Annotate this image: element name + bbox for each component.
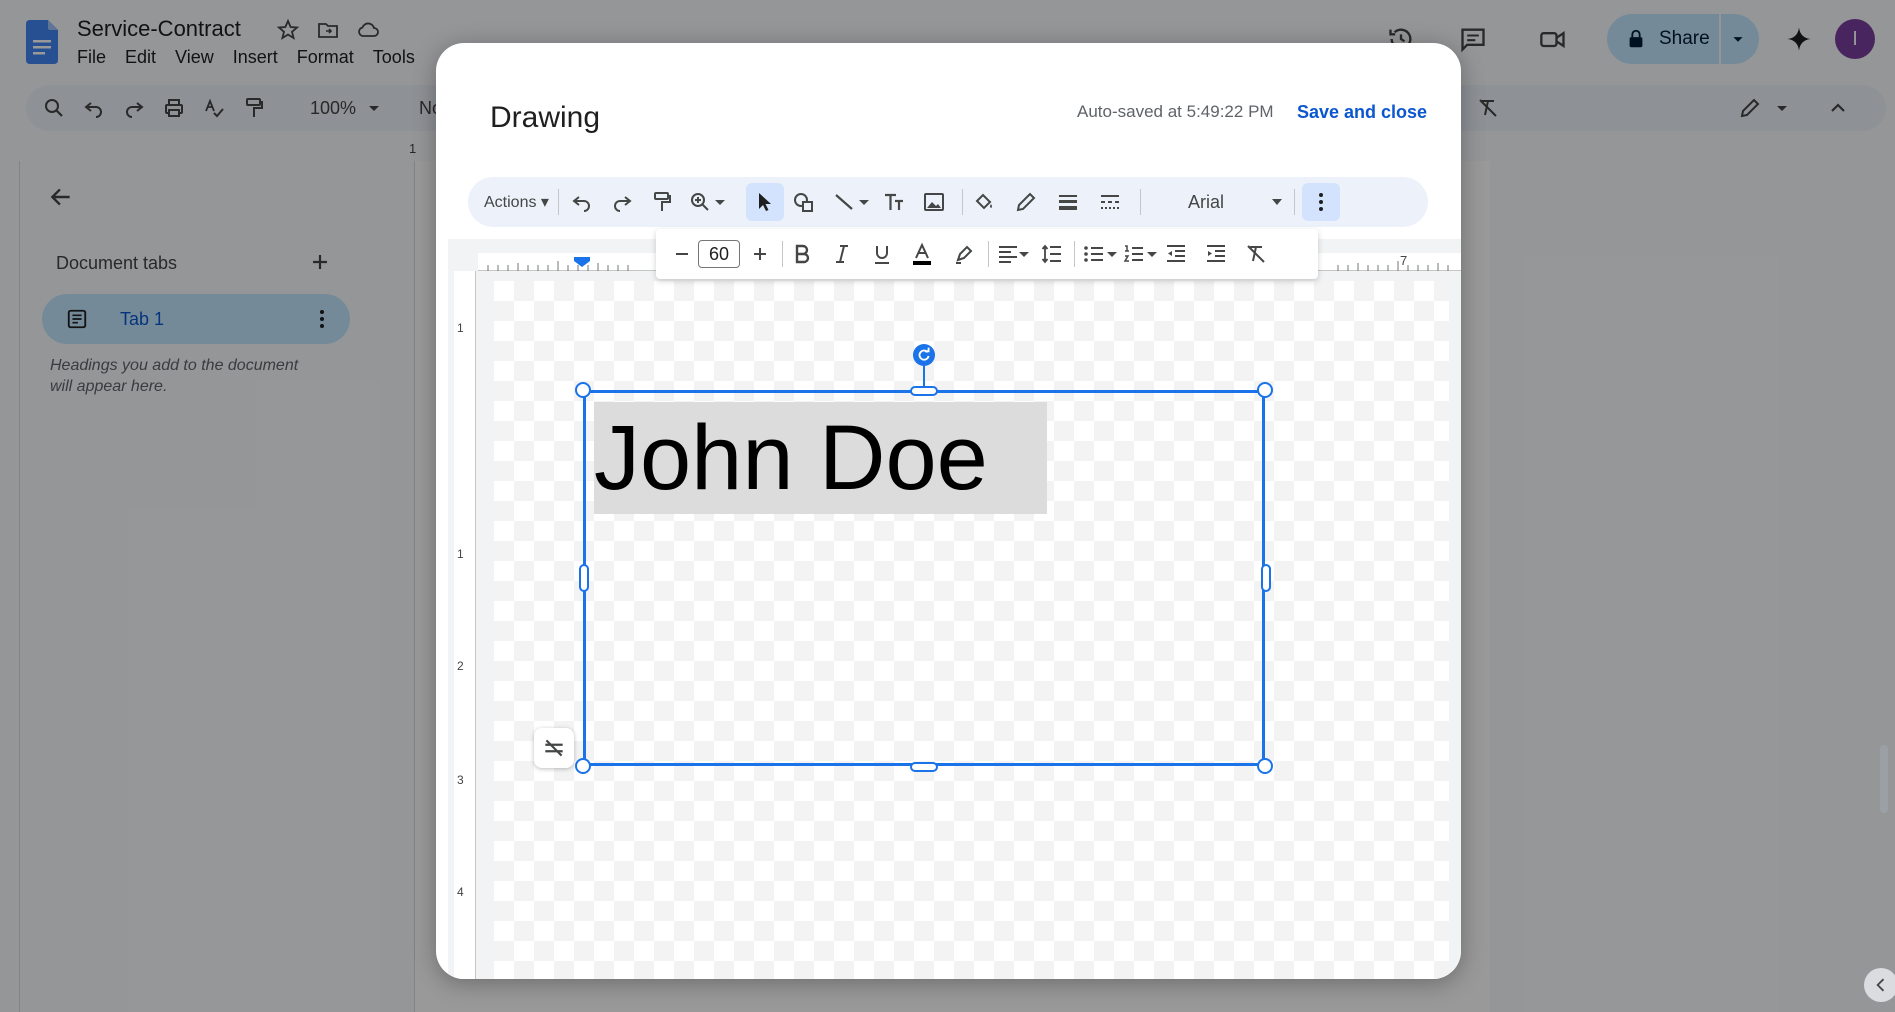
numbered-list-caret-icon[interactable] xyxy=(1144,242,1160,266)
select-cursor-icon[interactable] xyxy=(753,190,777,214)
dialog-title: Drawing xyxy=(490,101,601,134)
resize-handle-top[interactable] xyxy=(910,386,938,396)
paint-format-icon[interactable] xyxy=(650,190,674,214)
toolbar-divider xyxy=(782,241,783,267)
save-and-close-button[interactable]: Save and close xyxy=(1297,102,1427,123)
shape-icon[interactable] xyxy=(792,190,816,214)
highlight-icon[interactable] xyxy=(952,242,976,266)
resize-handle-top-left[interactable] xyxy=(575,382,591,398)
chevron-left-icon xyxy=(1876,978,1885,992)
decrease-font-size-icon[interactable] xyxy=(670,242,694,266)
bulleted-list-icon[interactable] xyxy=(1082,242,1106,266)
line-spacing-icon[interactable] xyxy=(1040,242,1064,266)
redo-icon[interactable] xyxy=(610,190,634,214)
border-color-icon[interactable] xyxy=(1014,190,1038,214)
text-autofit-button[interactable] xyxy=(534,728,574,768)
zoom-icon[interactable] xyxy=(688,190,712,214)
page-scrollbar[interactable] xyxy=(1880,745,1888,813)
actions-menu[interactable]: Actions ▾ xyxy=(484,192,549,212)
vruler-label: 4 xyxy=(457,885,464,899)
font-caret-icon[interactable] xyxy=(1272,199,1282,205)
increase-indent-icon[interactable] xyxy=(1204,242,1228,266)
vruler-label: 1 xyxy=(457,547,464,561)
undo-icon[interactable] xyxy=(570,190,594,214)
line-icon[interactable] xyxy=(832,190,856,214)
italic-icon[interactable] xyxy=(830,242,854,266)
resize-handle-bottom[interactable] xyxy=(910,762,938,772)
font-family-select[interactable]: Arial xyxy=(1188,192,1224,213)
drawing-toolbar: Actions ▾ Arial xyxy=(468,177,1428,227)
border-dash-icon[interactable] xyxy=(1098,190,1122,214)
increase-font-size-icon[interactable] xyxy=(748,242,772,266)
resize-handle-bottom-left[interactable] xyxy=(575,758,591,774)
vruler-label: 2 xyxy=(457,659,464,673)
underline-icon[interactable] xyxy=(870,242,894,266)
bold-icon[interactable] xyxy=(790,242,814,266)
resize-handle-right[interactable] xyxy=(1261,564,1271,592)
rotate-icon xyxy=(918,347,930,361)
align-caret-icon[interactable] xyxy=(1016,242,1032,266)
actions-label: Actions xyxy=(484,194,537,211)
resize-handle-left[interactable] xyxy=(579,564,589,592)
fill-color-icon[interactable] xyxy=(972,190,996,214)
autofit-off-icon xyxy=(545,739,563,757)
resize-handle-top-right[interactable] xyxy=(1257,382,1273,398)
vruler-label: 1 xyxy=(457,321,464,335)
resize-handle-bottom-right[interactable] xyxy=(1257,758,1273,774)
zoom-caret-icon[interactable] xyxy=(712,190,728,214)
autosave-status: Auto-saved at 5:49:22 PM xyxy=(1077,102,1274,121)
toolbar-divider xyxy=(1294,189,1295,215)
more-options-icon[interactable] xyxy=(1309,190,1333,214)
line-caret-icon[interactable] xyxy=(856,190,872,214)
ruler-label-7: 7 xyxy=(1400,253,1408,268)
border-weight-icon[interactable] xyxy=(1056,190,1080,214)
toolbar-divider xyxy=(558,189,559,215)
rotate-handle[interactable] xyxy=(913,344,935,366)
text-color-icon[interactable] xyxy=(910,242,934,266)
toolbar-divider xyxy=(1140,189,1141,215)
selected-text-box[interactable] xyxy=(583,390,1265,766)
image-icon[interactable] xyxy=(922,190,946,214)
font-size-input[interactable]: 60 xyxy=(698,240,740,268)
clear-formatting-icon[interactable] xyxy=(1244,242,1268,266)
numbered-list-icon[interactable] xyxy=(1122,242,1146,266)
vertical-ruler: 1 1 2 3 4 5 xyxy=(454,271,476,979)
vruler-label: 3 xyxy=(457,773,464,787)
text-format-toolbar: 60 xyxy=(656,229,1318,279)
toolbar-divider xyxy=(988,241,989,267)
text-box-icon[interactable] xyxy=(882,190,906,214)
side-panel-toggle[interactable] xyxy=(1864,968,1895,1002)
decrease-indent-icon[interactable] xyxy=(1164,242,1188,266)
bulleted-list-caret-icon[interactable] xyxy=(1104,242,1120,266)
toolbar-divider xyxy=(1074,241,1075,267)
toolbar-divider xyxy=(962,189,963,215)
